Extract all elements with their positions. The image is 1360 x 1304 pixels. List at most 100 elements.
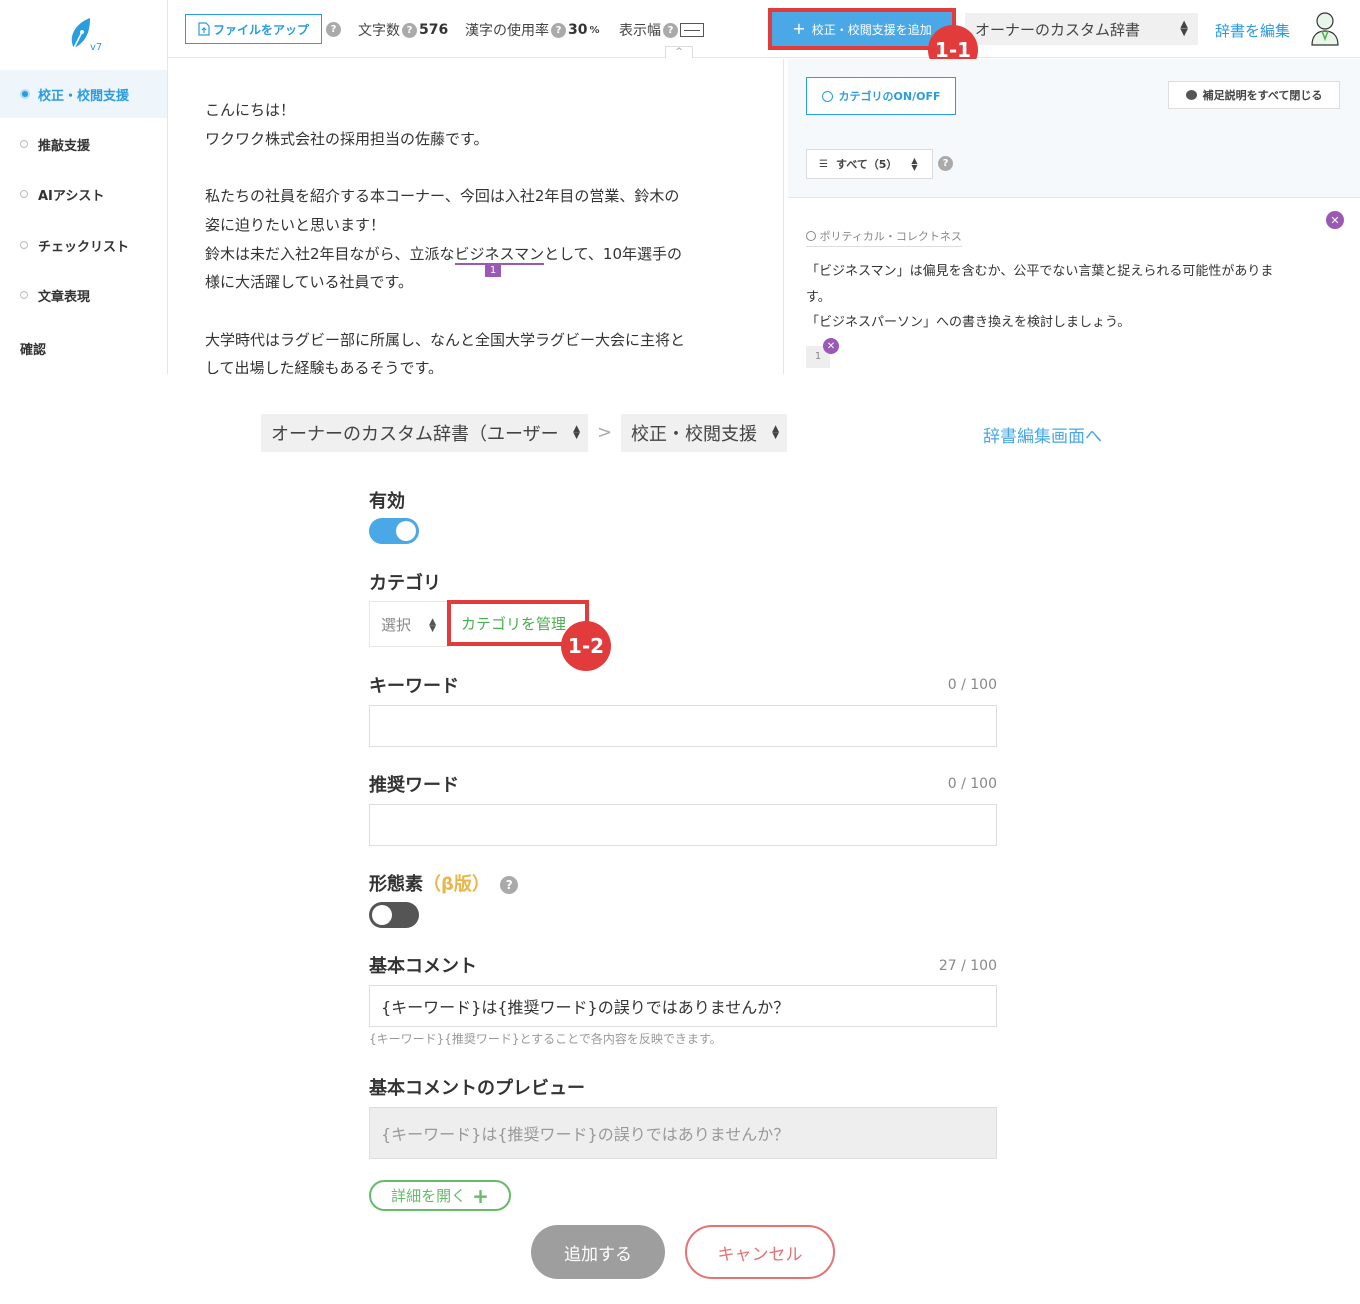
plus-icon: + (792, 19, 806, 38)
keyword-counter: 0 / 100 (947, 677, 997, 693)
issue-number-marker[interactable]: 1 (485, 264, 501, 277)
editor-line: 私たちの社員を紹介する本コーナー、今回は入社2年目の営業、鈴木の (205, 187, 680, 205)
nav-dot-icon (20, 241, 28, 249)
comment-preview-field: {キーワード}は{推奨ワード}の誤りではありませんか？ (369, 1107, 997, 1159)
card-message-line: す。 (806, 290, 831, 305)
sort-arrows-icon: ▲ ▼ (429, 617, 436, 634)
comment-preview-label: 基本コメントのプレビュー (369, 1078, 585, 1099)
recommended-word-label: 推奨ワード (369, 775, 459, 796)
toggle-knob (372, 905, 392, 925)
recommended-word-counter: 0 / 100 (947, 776, 997, 792)
editor-screenshot: v7 校正・校閲支援 推敲支援 AIアシスト チェックリスト 文章表現 確認 フ… (0, 0, 1360, 374)
nav-item-label: 確認 (20, 342, 47, 358)
entry-type-select[interactable]: 校正・校閲支援 ▲ ▼ (621, 414, 787, 452)
editor-line: 様に大活躍している社員です。 (205, 273, 414, 291)
cancel-button[interactable]: キャンセル (685, 1225, 835, 1279)
recommended-word-input[interactable] (369, 804, 997, 846)
sort-arrows-icon: ▲ ▼ (1180, 19, 1188, 38)
editor-line: 姿に迫りたいと思います！ (205, 216, 386, 234)
morpheme-label-text: 形態素 (369, 874, 423, 895)
edit-dictionary-link[interactable]: 辞書を編集 (1215, 20, 1290, 41)
dictionary-select[interactable]: オーナーのカスタム辞書 ▲ ▼ (965, 13, 1198, 45)
breadcrumb-separator: > (597, 422, 613, 443)
display-width: 表示幅 ? (619, 20, 704, 40)
category-toggle-button[interactable]: カテゴリのON/OFF (806, 77, 956, 115)
kanji-ratio-value: 30 (568, 22, 588, 38)
morpheme-toggle[interactable] (369, 902, 419, 928)
dictionary-select-value: オーナーのカスタム辞書 (975, 20, 1141, 39)
help-icon[interactable]: ? (326, 22, 341, 37)
category-toggle-label: カテゴリのON/OFF (838, 90, 941, 103)
close-all-notes-button[interactable]: 補足説明をすべて閉じる (1168, 81, 1340, 109)
editor-line: ワクワク株式会社の採用担当の佐藤です。 (205, 130, 489, 148)
add-submit-button[interactable]: 追加する (531, 1225, 665, 1279)
base-comment-input[interactable]: {キーワード}は{推奨ワード}の誤りではありませんか？ (369, 985, 997, 1027)
help-icon[interactable]: ? (402, 22, 417, 38)
user-avatar-icon[interactable] (1310, 11, 1340, 47)
nav-item-label: 文章表現 (38, 289, 91, 305)
close-icon[interactable]: ✕ (1326, 211, 1344, 229)
collapse-toolbar-tab[interactable]: ^ (665, 46, 693, 58)
sort-arrows-icon: ▲ ▼ (772, 424, 779, 441)
editor-line-highlight: 鈴木は未だ入社2年目ながら、立派なビジネスマンとして、10年選手の (205, 243, 682, 265)
category-select-value: 選択 (381, 615, 412, 634)
card-message-line: 「ビジネスマン」は偏見を含むか、公平でない言葉と捉えられる可能性がありま (806, 264, 1274, 279)
display-width-label: 表示幅 (619, 23, 661, 39)
flagged-word[interactable]: ビジネスマン (454, 245, 545, 265)
check-circle-icon (821, 90, 833, 102)
upload-file-button[interactable]: ファイルをアップ (185, 14, 322, 44)
add-proofreading-button[interactable]: + 校正・校閲支援を追加 (768, 8, 956, 50)
sidebar: v7 校正・校閲支援 推敲支援 AIアシスト チェックリスト 文章表現 確認 (0, 0, 168, 374)
card-category-label: ポリティカル・コレクトネス (819, 230, 962, 243)
morpheme-label: 形態素（β版） ? (369, 870, 519, 896)
nav-item-label: 推敲支援 (38, 138, 91, 154)
nav-item-confirm[interactable]: 確認 (0, 324, 167, 372)
help-icon[interactable]: ? (938, 156, 953, 171)
toggle-knob (396, 521, 416, 541)
editor-text: 鈴木は未だ入社2年目ながら、立派な (205, 245, 455, 263)
editor-line: して出場した経験もあるそうです。 (205, 359, 444, 374)
upload-file-label: ファイルをアップ (212, 22, 309, 37)
card-category-tag: ポリティカル・コレクトネス (806, 228, 962, 247)
sort-arrows-icon: ▲ ▼ (911, 156, 918, 172)
sort-arrows-icon: ▲ ▼ (573, 424, 580, 441)
nav-dot-icon (20, 291, 28, 299)
nav-item-revision[interactable]: 推敲支援 (0, 120, 167, 168)
nav-item-expression[interactable]: 文章表現 (0, 271, 167, 319)
kanji-ratio-unit: % (589, 24, 600, 36)
filter-select[interactable]: ☰ すべて（5） ▲ ▼ (806, 149, 933, 179)
dictionary-breadcrumb-value: オーナーのカスタム辞書（ユーザー (271, 424, 559, 445)
chevron-up-icon: ^ (675, 47, 683, 57)
close-icon[interactable]: ✕ (823, 338, 839, 354)
beta-tag: （β版） (423, 874, 490, 895)
category-select[interactable]: 選択 ▲ ▼ (369, 601, 449, 647)
help-icon[interactable]: ? (551, 22, 566, 38)
kanji-ratio-label: 漢字の使用率 (465, 23, 549, 39)
logo-version: v7 (90, 42, 102, 53)
nav-active-dot-icon (20, 89, 30, 99)
nav-item-proofreading[interactable]: 校正・校閲支援 (0, 70, 167, 118)
nav-item-checklist[interactable]: チェックリスト (0, 221, 167, 269)
char-count-value: 576 (419, 22, 449, 38)
text-editor[interactable]: こんにちは！ ワクワク株式会社の採用担当の佐藤です。 私たちの社員を紹介する本コ… (168, 59, 784, 374)
width-icon[interactable] (680, 23, 704, 37)
open-details-button[interactable]: 詳細を開く + (369, 1180, 511, 1211)
dictionary-breadcrumb-select[interactable]: オーナーのカスタム辞書（ユーザー ▲ ▼ (261, 414, 588, 452)
keyword-input[interactable] (369, 705, 997, 747)
nav-dot-icon (20, 190, 28, 198)
nav-item-ai-assist[interactable]: AIアシスト (0, 170, 167, 218)
enabled-label: 有効 (369, 491, 405, 512)
toolbar: ファイルをアップ ? 文字数 ? 576 漢字の使用率 ? 30% 表示幅 ? … (168, 0, 1360, 58)
char-count: 文字数 ? 576 (358, 20, 448, 40)
step-badge-1-2: 1-2 (561, 621, 611, 671)
enabled-toggle[interactable] (369, 518, 419, 544)
help-icon[interactable]: ? (500, 876, 519, 894)
suggestion-card: ✕ ポリティカル・コレクトネス 「ビジネスマン」は偏見を含むか、公平でない言葉と… (788, 197, 1360, 374)
help-icon[interactable]: ? (663, 22, 678, 38)
comment-icon (1185, 90, 1197, 100)
nav-item-label: AIアシスト (38, 188, 105, 204)
keyword-label: キーワード (369, 676, 459, 697)
file-upload-icon (198, 22, 210, 36)
close-all-notes-label: 補足説明をすべて閉じる (1202, 89, 1323, 102)
to-dictionary-edit-link[interactable]: 辞書編集画面へ (983, 422, 1102, 447)
